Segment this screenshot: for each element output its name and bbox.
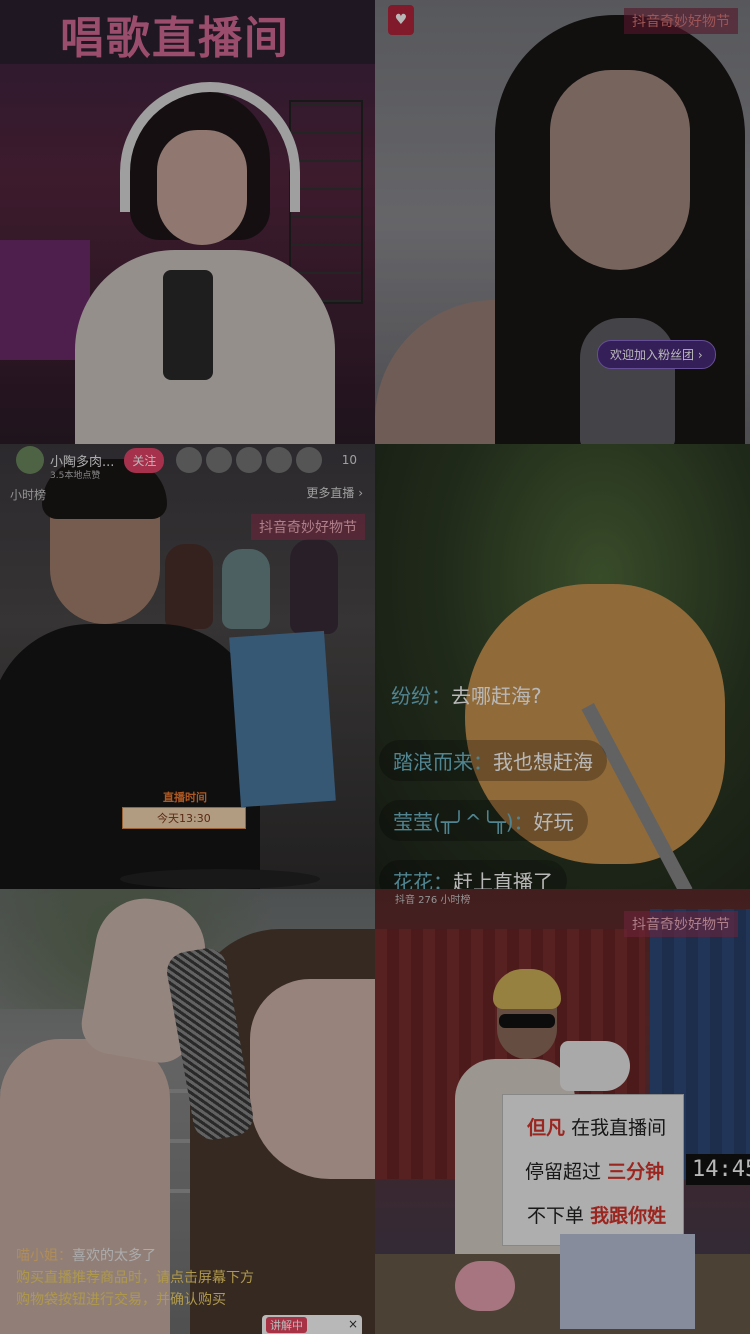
stream-scene: 纷纷：去哪赶海? 踏浪而来：我也想赶海 莹莹(╥╯^╰╥)：好玩 花花：赶上直播… <box>375 444 750 889</box>
live-schedule-tag: 直播时间 <box>163 791 207 804</box>
join-fan-club-button[interactable]: 欢迎加入粉丝团 › <box>597 340 716 369</box>
microphone-icon <box>163 270 213 380</box>
streamer-name[interactable]: 小陶多肉... <box>50 451 114 470</box>
stream-scene: 抖音 276 小时榜 抖音奇妙好物节 但凡 在我直播间 停留超过 三分钟 不下单… <box>375 889 750 1334</box>
sign-highlight: 我跟你姓 <box>590 1205 667 1227</box>
viewer-count[interactable]: 10 <box>342 453 357 467</box>
stream-scene: ♥ 抖音奇妙好物节 欢迎加入粉丝团 › <box>375 0 750 444</box>
chat-user: 踏浪而来： <box>393 750 493 774</box>
chat-message: 踏浪而来：我也想赶海 <box>379 740 607 781</box>
heart-badge-icon[interactable]: ♥ <box>388 5 414 35</box>
chat-text: 喜欢的太多了 <box>72 1248 156 1264</box>
streamer-hair <box>493 969 561 1009</box>
live-schedule-time: 今天13:30 <box>122 807 246 829</box>
stream-top-info: 抖音 276 小时榜 <box>395 895 471 906</box>
live-tile-sales[interactable]: 抖音 276 小时榜 抖音奇妙好物节 但凡 在我直播间 停留超过 三分钟 不下单… <box>375 889 750 1334</box>
chat-text: 去哪赶海? <box>451 684 542 708</box>
chat-text: 我也想赶海 <box>493 750 593 774</box>
microphone-icon <box>580 318 675 444</box>
viewer-avatar[interactable] <box>176 447 203 473</box>
more-live-link[interactable]: 更多直播 › <box>306 484 363 501</box>
chat-user: 花花： <box>393 870 453 889</box>
megaphone-icon <box>560 1041 630 1091</box>
explaining-badge: 讲解中 <box>266 1317 307 1333</box>
festival-brand-tag: 抖音奇妙好物节 <box>251 514 365 540</box>
digital-clock: 14:45 <box>686 1154 750 1185</box>
viewer-avatar[interactable] <box>236 447 263 473</box>
live-tile-singing[interactable]: 唱歌直播间 <box>0 0 375 444</box>
stream-scene: 小陶多肉... 关注 10 3.5本地点赞 小时榜 更多直播 › 抖音奇妙好物节… <box>0 444 375 889</box>
explaining-card[interactable]: 讲解中 × <box>262 1315 362 1334</box>
pig-toy <box>455 1261 515 1311</box>
sign-line-1: 但凡 在我直播间 <box>527 1113 666 1140</box>
close-icon[interactable]: × <box>348 1317 358 1331</box>
festival-brand-tag: 抖音奇妙好物节 <box>624 8 738 34</box>
chat-user: 纷纷： <box>391 684 451 708</box>
chat-text: 赶上直播了 <box>453 870 553 889</box>
follow-button[interactable]: 关注 <box>124 447 165 473</box>
viewer-avatar[interactable] <box>206 447 233 473</box>
purchase-notice: 购买直播推荐商品时，请点击屏幕下方购物袋按钮进行交易，并确认购买 <box>16 1270 254 1308</box>
streamer-body <box>0 624 260 889</box>
live-tile-seafood[interactable]: 纷纷：去哪赶海? 踏浪而来：我也想赶海 莹莹(╥╯^╰╥)：好玩 花花：赶上直播… <box>375 444 750 889</box>
live-stream-grid: 唱歌直播间 ♥ 抖音奇妙好物节 欢迎加入粉丝团 › 小陶多肉... 关注 10 … <box>0 0 750 1334</box>
live-tile-accessories[interactable]: 喵小姐：喜欢的太多了 购买直播推荐商品时，请点击屏幕下方购物袋按钮进行交易，并确… <box>0 889 375 1334</box>
chat-text: 好玩 <box>533 810 574 834</box>
streamer-face <box>550 70 690 270</box>
streamer-figure <box>75 82 335 444</box>
chat-user: 喵小姐： <box>16 1248 72 1264</box>
sign-text: 停留超过 <box>525 1161 602 1183</box>
avatar[interactable] <box>16 446 44 474</box>
chat-message: 纷纷：去哪赶海? <box>391 680 542 709</box>
product-box <box>560 1234 695 1329</box>
festival-brand-tag: 抖音奇妙好物节 <box>624 911 738 937</box>
sign-line-3: 不下单 我跟你姓 <box>527 1201 666 1228</box>
sign-highlight: 三分钟 <box>607 1161 665 1183</box>
chat-user: 莹莹(╥╯^╰╥)： <box>393 810 534 834</box>
sign-line-2: 停留超过 三分钟 <box>525 1157 664 1184</box>
streamer-likes: 3.5本地点赞 <box>50 471 101 481</box>
hourly-rank-link[interactable]: 小时榜 <box>10 486 46 503</box>
vase <box>290 539 338 634</box>
sign-text: 在我直播间 <box>571 1117 667 1139</box>
viewer-avatar[interactable] <box>266 447 293 473</box>
streamer-face <box>250 979 375 1179</box>
live-tile-pottery[interactable]: 小陶多肉... 关注 10 3.5本地点赞 小时榜 更多直播 › 抖音奇妙好物节… <box>0 444 375 889</box>
banner-title: 唱歌直播间 <box>60 13 290 64</box>
chat-message: 喵小姐：喜欢的太多了 <box>16 1245 156 1265</box>
sign-text: 不下单 <box>527 1205 585 1227</box>
stream-scene: 喵小姐：喜欢的太多了 购买直播推荐商品时，请点击屏幕下方购物袋按钮进行交易，并确… <box>0 889 375 1334</box>
chat-message: 花花：赶上直播了 <box>379 860 567 889</box>
sunglasses-icon <box>499 1014 555 1028</box>
headphones-icon <box>120 82 300 212</box>
turntable <box>120 869 320 889</box>
blue-vase-product <box>229 630 336 808</box>
promo-sign: 但凡 在我直播间 停留超过 三分钟 不下单 我跟你姓 <box>502 1094 684 1246</box>
viewer-avatars[interactable] <box>176 447 323 473</box>
sign-highlight: 但凡 <box>527 1117 566 1139</box>
viewer-avatar[interactable] <box>296 447 323 473</box>
live-tile-singer-woman[interactable]: ♥ 抖音奇妙好物节 欢迎加入粉丝团 › <box>375 0 750 444</box>
stream-scene: 唱歌直播间 <box>0 0 375 444</box>
chat-message: 莹莹(╥╯^╰╥)：好玩 <box>379 800 588 841</box>
